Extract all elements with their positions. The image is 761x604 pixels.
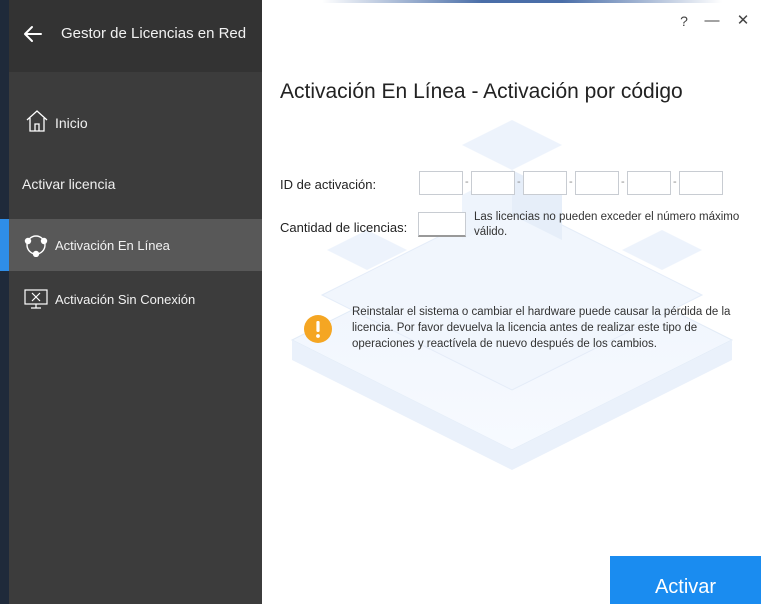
activation-id-separator: - xyxy=(465,176,469,188)
sidebar-item-home[interactable]: Inicio xyxy=(9,100,262,144)
offline-activation-icon xyxy=(23,288,49,312)
activation-id-label: ID de activación: xyxy=(280,177,377,192)
page-title: Activación En Línea - Activación por cód… xyxy=(280,80,683,103)
sidebar-item-label: Activación Sin Conexión xyxy=(55,292,196,307)
activation-id-field-4[interactable] xyxy=(575,171,619,195)
help-button[interactable]: ? xyxy=(675,10,693,32)
sidebar: Gestor de Licencias en Red Inicio Activa… xyxy=(0,0,262,604)
back-button[interactable] xyxy=(21,22,45,46)
activation-id-separator: - xyxy=(673,176,677,188)
sidebar-item-label: Activación En Línea xyxy=(55,238,170,253)
section-label-activate: Activar licencia xyxy=(22,176,116,192)
activation-id-separator: - xyxy=(517,176,521,188)
activation-id-field-2[interactable] xyxy=(471,171,515,195)
warning-icon xyxy=(303,314,333,344)
activation-id-field-3[interactable] xyxy=(523,171,567,195)
sidebar-item-label: Inicio xyxy=(55,115,88,131)
warning-message: Reinstalar el sistema o cambiar el hardw… xyxy=(352,306,731,350)
license-quantity-field[interactable] xyxy=(418,212,466,237)
activate-button[interactable]: Activar xyxy=(610,556,761,604)
license-quantity-note: Las licencias no pueden exceder el númer… xyxy=(474,211,740,238)
activation-id-field-5[interactable] xyxy=(627,171,671,195)
minimize-button[interactable]: — xyxy=(701,10,723,32)
activation-id-field-6[interactable] xyxy=(679,171,723,195)
sidebar-item-online-activation[interactable]: Activación En Línea xyxy=(0,219,262,271)
sidebar-header: Gestor de Licencias en Red xyxy=(9,0,262,72)
close-button[interactable]: ✕ xyxy=(732,10,754,32)
activation-id-field-1[interactable] xyxy=(419,171,463,195)
top-accent-bar xyxy=(322,0,722,3)
online-activation-icon xyxy=(23,233,49,258)
arrow-left-icon xyxy=(24,26,42,42)
app-window: Gestor de Licencias en Red Inicio Activa… xyxy=(0,0,761,604)
app-title: Gestor de Licencias en Red xyxy=(61,25,247,42)
activation-id-separator: - xyxy=(621,176,625,188)
sidebar-item-offline-activation[interactable]: Activación Sin Conexión xyxy=(9,279,262,323)
license-quantity-label: Cantidad de licencias: xyxy=(280,220,408,235)
activation-id-separator: - xyxy=(569,176,573,188)
home-icon xyxy=(25,108,49,134)
main-panel: ? — ✕ Activación En Línea - Activación p… xyxy=(262,0,761,604)
window-edge xyxy=(0,0,9,604)
